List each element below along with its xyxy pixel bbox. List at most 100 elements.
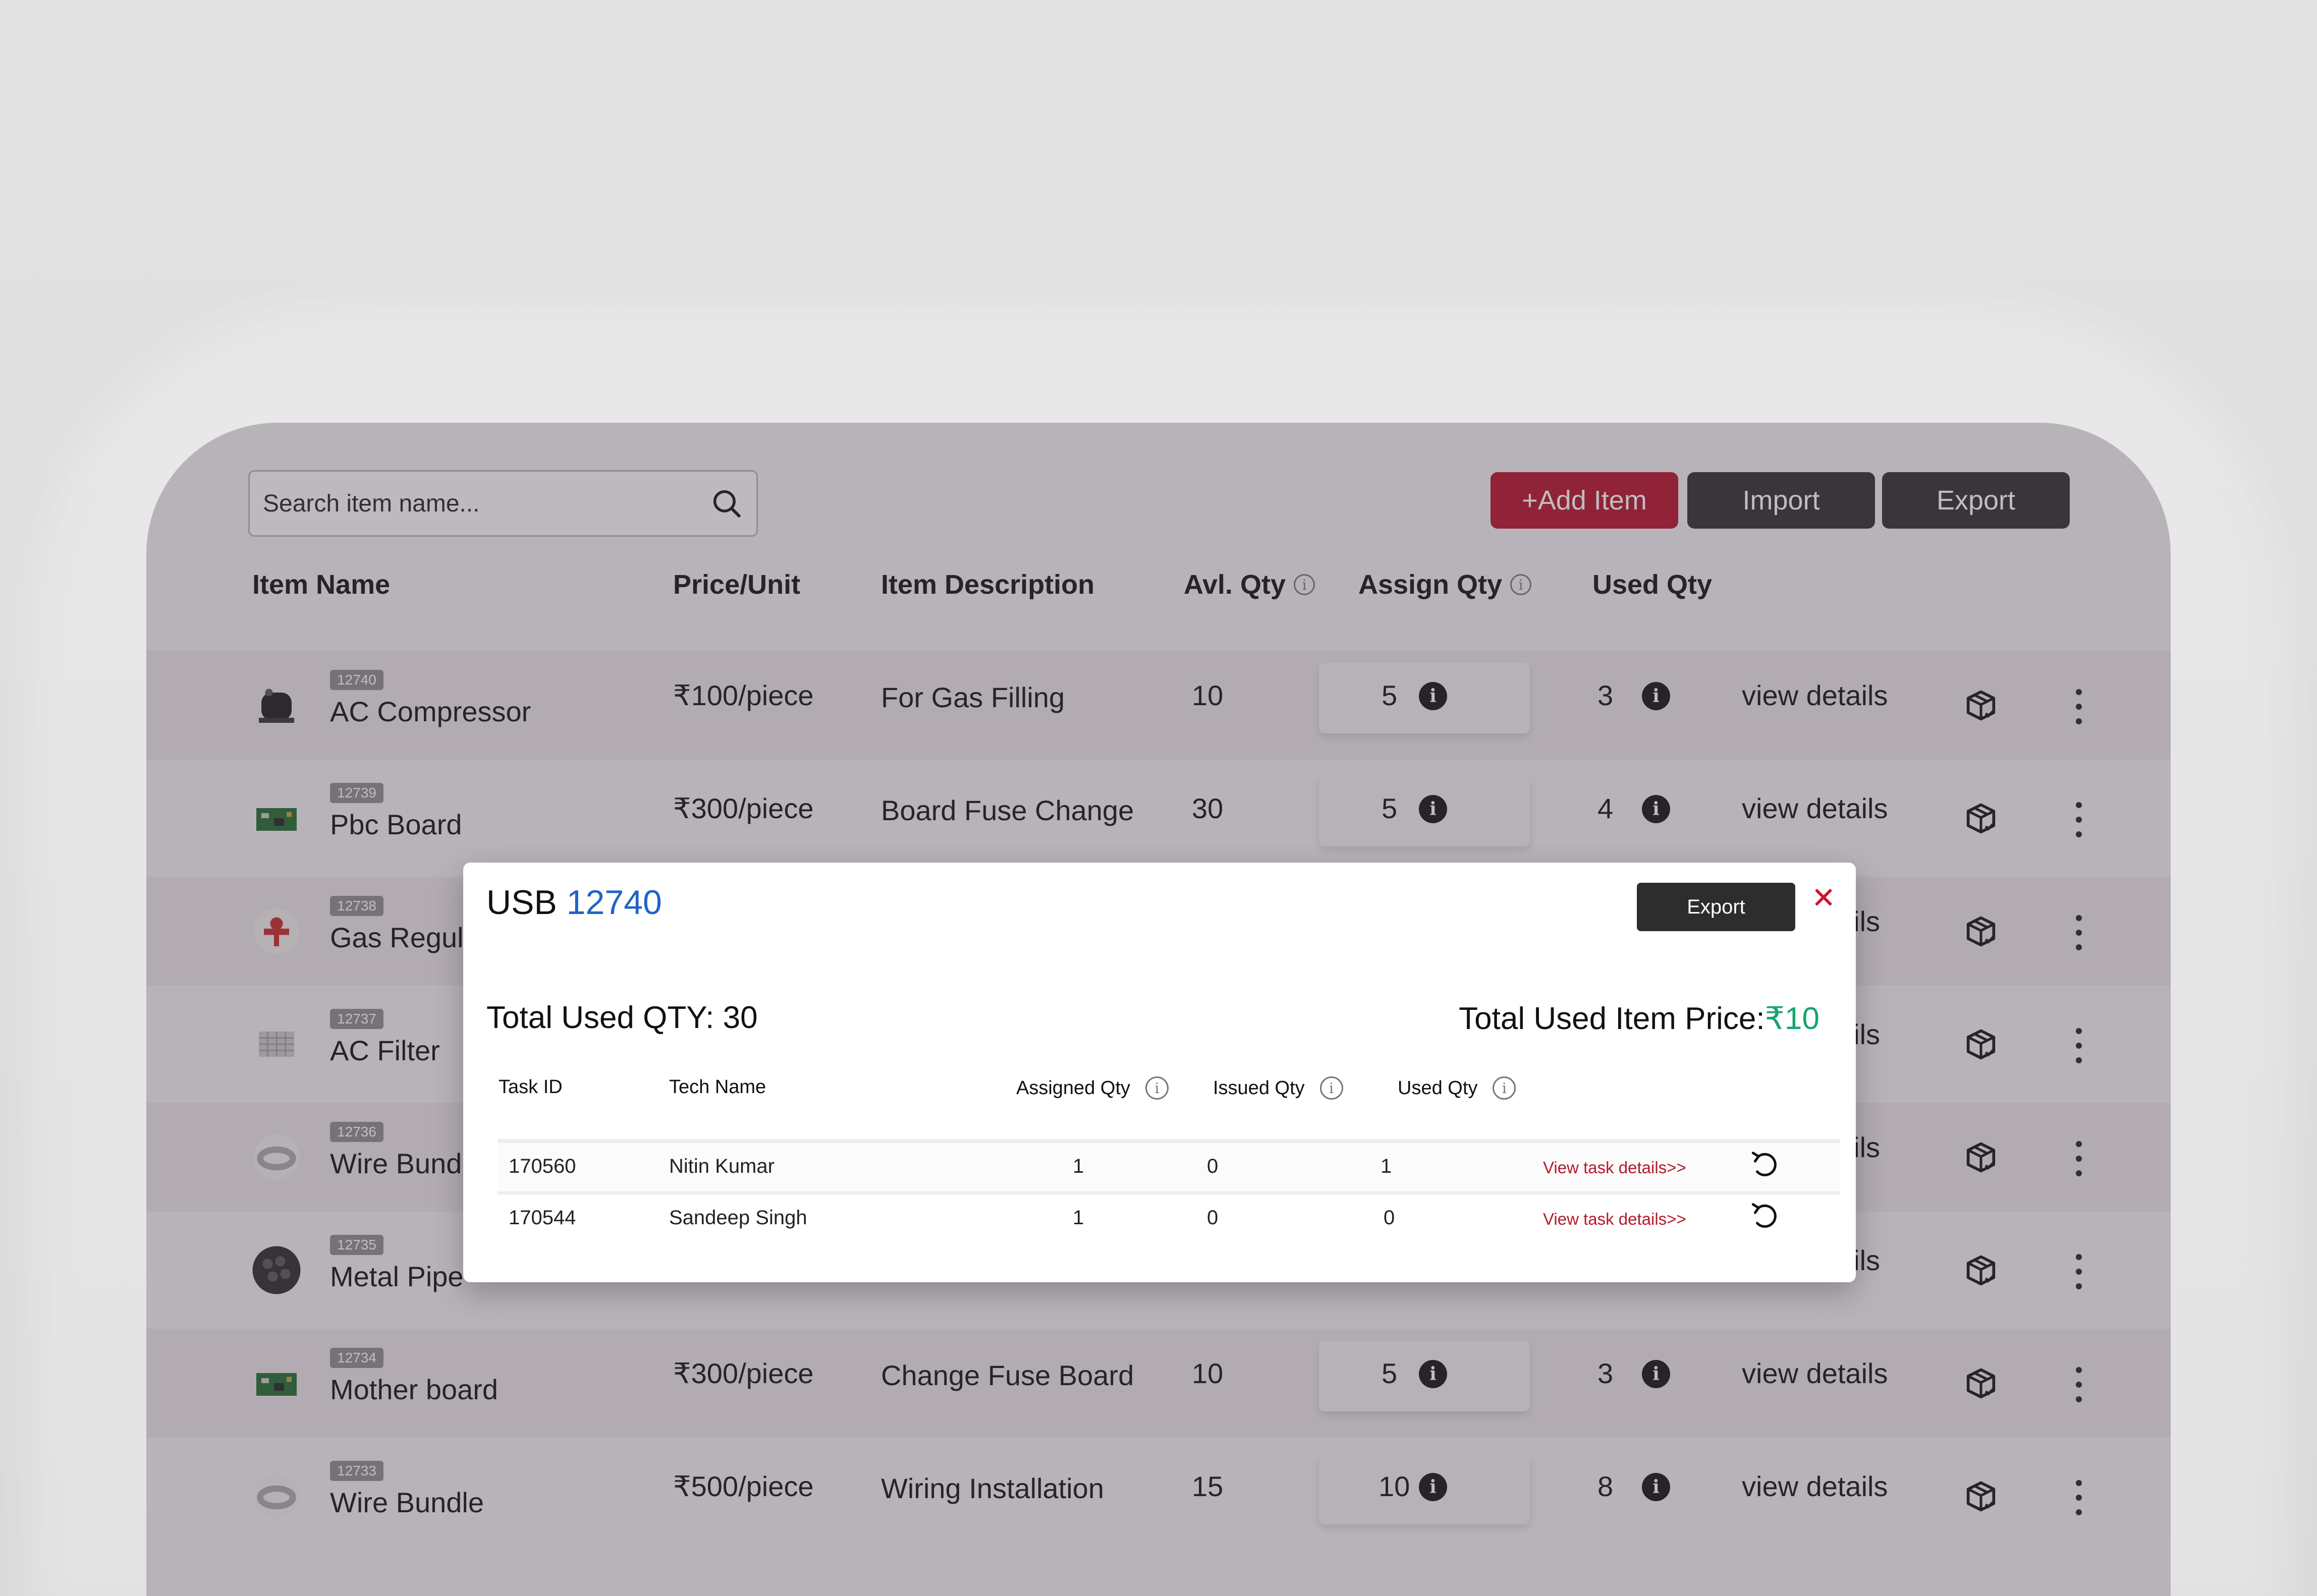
search-input[interactable] [263, 489, 710, 518]
view-task-details-link[interactable]: View task details>> [1543, 1158, 1686, 1177]
assigned-qty: 1 [1073, 1155, 1084, 1177]
assign-qty-value: 5 [1382, 679, 1398, 711]
package-check-icon[interactable] [1962, 1252, 2000, 1290]
task-id: 170544 [509, 1207, 576, 1229]
header-label: Task ID [499, 1076, 563, 1098]
package-check-icon[interactable] [1962, 1478, 2000, 1516]
more-options-icon[interactable] [2074, 1141, 2084, 1176]
assign-qty-box[interactable]: 5i [1319, 1341, 1530, 1411]
info-icon[interactable]: i [1419, 682, 1447, 710]
used-qty: 0 [1384, 1207, 1395, 1229]
package-check-icon[interactable] [1962, 1139, 2000, 1177]
used-qty-value: 4 [1597, 792, 1614, 824]
usage-details-modal: USB 12740 Export ✕ Total Used QTY: 30 To… [463, 863, 1856, 1282]
total-used-qty: Total Used QTY: 30 [486, 1000, 758, 1035]
available-qty: 15 [1192, 1470, 1224, 1502]
more-options-icon[interactable] [2074, 1367, 2084, 1402]
item-description: Change Fuse Board [881, 1359, 1134, 1391]
task-row: 170560 Nitin Kumar 1 0 1 View task detai… [498, 1143, 1840, 1191]
info-icon[interactable]: i [1642, 1473, 1670, 1501]
item-price: ₹300/piece [673, 792, 814, 824]
item-name: Wire Bundle [330, 1487, 484, 1518]
info-icon[interactable]: i [1510, 574, 1532, 595]
screenshot-stage: +Add Item Import Export Item Name Price/… [0, 0, 2317, 1596]
assign-qty-box[interactable]: 5i [1319, 776, 1530, 846]
more-options-icon[interactable] [2074, 802, 2084, 837]
more-options-icon[interactable] [2074, 689, 2084, 724]
header-label: Assigned Qty [1016, 1077, 1130, 1099]
close-icon[interactable]: ✕ [1809, 882, 1838, 915]
issued-qty: 0 [1207, 1155, 1219, 1177]
item-name: Mother board [330, 1374, 499, 1405]
undo-icon[interactable] [1749, 1200, 1782, 1233]
task-row: 170544 Sandeep Singh 1 0 0 View task det… [498, 1194, 1840, 1243]
item-thumbnail [247, 789, 306, 847]
header-label: Avl. Qty [1184, 569, 1286, 600]
item-id-badge: 12735 [330, 1235, 383, 1255]
item-thumbnail [247, 1128, 306, 1186]
assign-qty-value: 5 [1382, 1357, 1398, 1389]
item-id-badge: 12734 [330, 1348, 383, 1368]
modal-title-prefix: USB [486, 883, 557, 922]
export-button[interactable]: Export [1882, 472, 2070, 529]
view-details-link[interactable]: view details [1742, 1357, 1888, 1390]
package-check-icon[interactable] [1962, 1365, 2000, 1403]
assign-qty-box[interactable]: 5i [1319, 663, 1530, 733]
assigned-qty: 1 [1073, 1207, 1084, 1229]
more-options-icon[interactable] [2074, 1480, 2084, 1515]
total-price-value: ₹10 [1764, 1001, 1819, 1036]
header-label: Used Qty [1398, 1077, 1478, 1099]
item-price: ₹500/piece [673, 1470, 814, 1502]
more-options-icon[interactable] [2074, 1254, 2084, 1289]
info-icon[interactable]: i [1319, 1076, 1343, 1100]
available-qty: 10 [1192, 1357, 1224, 1389]
search-box[interactable] [248, 470, 758, 537]
total-price-label: Total Used Item Price: [1459, 1001, 1765, 1036]
search-icon[interactable] [710, 487, 743, 520]
view-task-details-link[interactable]: View task details>> [1543, 1210, 1686, 1229]
info-icon[interactable]: i [1642, 795, 1670, 823]
modal-header-issued-qty: Issued Qty i [1213, 1076, 1343, 1100]
item-name: Pbc Board [330, 809, 462, 840]
table-row: 12740 AC Compressor ₹100/piece For Gas Fill… [146, 651, 2171, 760]
more-options-icon[interactable] [2074, 1028, 2084, 1063]
column-header-description: Item Description [881, 569, 1094, 600]
used-qty-value: 8 [1597, 1470, 1614, 1502]
item-description: Board Fuse Change [881, 794, 1134, 826]
header-label: Assign Qty [1358, 569, 1503, 600]
info-icon[interactable]: i [1419, 1473, 1447, 1501]
item-id-badge: 12738 [330, 896, 383, 916]
more-options-icon[interactable] [2074, 915, 2084, 950]
table-row: 12733 Wire Bundle ₹500/piece Wiring Install… [146, 1442, 2171, 1551]
modal-title-code: 12740 [566, 883, 662, 922]
view-details-link[interactable]: view details [1742, 679, 1888, 712]
add-item-button[interactable]: +Add Item [1491, 472, 1678, 529]
modal-header-used-qty: Used Qty i [1398, 1076, 1516, 1100]
issued-qty: 0 [1207, 1207, 1219, 1229]
item-description: Wiring Installation [881, 1472, 1104, 1504]
package-check-icon[interactable] [1962, 1026, 2000, 1064]
view-details-link[interactable]: view details [1742, 792, 1888, 825]
undo-icon[interactable] [1749, 1148, 1782, 1181]
info-icon[interactable]: i [1642, 1360, 1670, 1388]
package-check-icon[interactable] [1962, 913, 2000, 951]
assign-qty-value: 5 [1382, 792, 1398, 824]
view-details-link[interactable]: view details [1742, 1470, 1888, 1503]
package-check-icon[interactable] [1962, 687, 2000, 725]
modal-header-tech-name: Tech Name [669, 1076, 766, 1098]
import-button[interactable]: Import [1687, 472, 1875, 529]
used-qty-value: 3 [1597, 1357, 1614, 1389]
info-icon[interactable]: i [1145, 1076, 1169, 1100]
info-icon[interactable]: i [1642, 682, 1670, 710]
modal-export-button[interactable]: Export [1637, 883, 1795, 931]
info-icon[interactable]: i [1419, 795, 1447, 823]
item-thumbnail [247, 1354, 306, 1412]
info-icon[interactable]: i [1294, 574, 1315, 595]
assign-qty-box[interactable]: 10 i [1319, 1454, 1530, 1524]
info-icon[interactable]: i [1493, 1076, 1516, 1100]
available-qty: 30 [1192, 792, 1224, 824]
info-icon[interactable]: i [1419, 1360, 1447, 1388]
total-used-price: Total Used Item Price:₹10 [1459, 1000, 1819, 1037]
package-check-icon[interactable] [1962, 800, 2000, 838]
column-header-price: Price/Unit [673, 569, 800, 600]
